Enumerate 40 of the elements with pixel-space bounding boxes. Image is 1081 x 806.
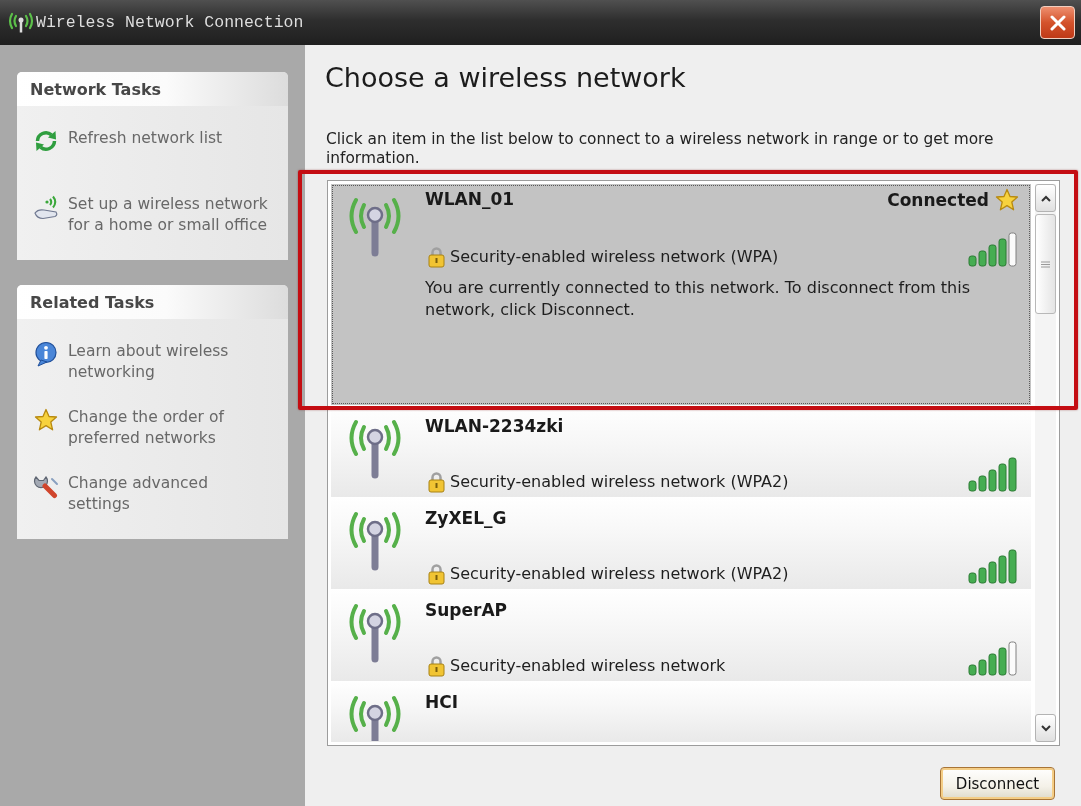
network-name: HCI bbox=[425, 691, 459, 713]
task-link[interactable]: Refresh network list bbox=[33, 128, 223, 154]
scroll-up-button[interactable] bbox=[1035, 184, 1056, 212]
security-status: Security-enabled wireless network (WPA) bbox=[450, 246, 779, 268]
scroll-down-button[interactable] bbox=[1035, 714, 1056, 742]
antenna-icon bbox=[8, 11, 34, 34]
panel-header: Related Tasks bbox=[17, 285, 288, 319]
window-title: Wireless Network Connection bbox=[36, 13, 304, 32]
panel-header: Network Tasks bbox=[17, 72, 288, 106]
task-link[interactable]: Change the order of preferred networks bbox=[33, 407, 272, 449]
connection-description: You are currently connected to this network. To disconnect from this network, click Disconnect. bbox=[425, 277, 972, 321]
lock-icon bbox=[428, 471, 445, 493]
network-name: WLAN-2234zki bbox=[425, 415, 564, 437]
security-status: Security-enabled wireless network (WPA2) bbox=[450, 563, 789, 585]
network-name: ZyXEL_G bbox=[425, 507, 507, 529]
star-icon bbox=[33, 407, 59, 433]
chevron-up-icon bbox=[1040, 194, 1051, 202]
task-link[interactable]: Set up a wireless network for a home or small office bbox=[33, 194, 272, 236]
network-name: WLAN_01 bbox=[425, 188, 515, 210]
info-icon bbox=[33, 341, 59, 367]
close-button[interactable] bbox=[1040, 6, 1075, 39]
wireless-device-icon bbox=[33, 194, 59, 220]
disconnect-button[interactable]: Disconnect bbox=[940, 767, 1055, 800]
lock-icon bbox=[428, 655, 445, 677]
network-list-item[interactable]: WLAN-2234zki Security-enabled wireless network (WPA2) bbox=[331, 405, 1031, 497]
close-icon bbox=[1049, 14, 1066, 31]
connection-status: Connected bbox=[887, 189, 989, 211]
task-link[interactable]: Change advanced settings bbox=[33, 473, 272, 515]
instruction-text: Click an item in the list below to connect to a wireless network in range or to get more information. bbox=[326, 130, 995, 168]
refresh-icon bbox=[33, 128, 59, 154]
security-status: Security-enabled wireless network bbox=[450, 655, 726, 677]
grip-icon bbox=[1041, 260, 1050, 268]
task-link[interactable]: Learn about wireless networking bbox=[33, 341, 272, 383]
lock-icon bbox=[428, 246, 445, 268]
scrollbar-thumb[interactable] bbox=[1035, 214, 1056, 314]
dialog-heading: Choose a wireless network bbox=[325, 61, 686, 95]
lock-icon bbox=[428, 563, 445, 585]
network-name: SuperAP bbox=[425, 599, 508, 621]
chevron-down-icon bbox=[1040, 724, 1051, 732]
security-status: Security-enabled wireless network (WPA2) bbox=[450, 471, 789, 493]
